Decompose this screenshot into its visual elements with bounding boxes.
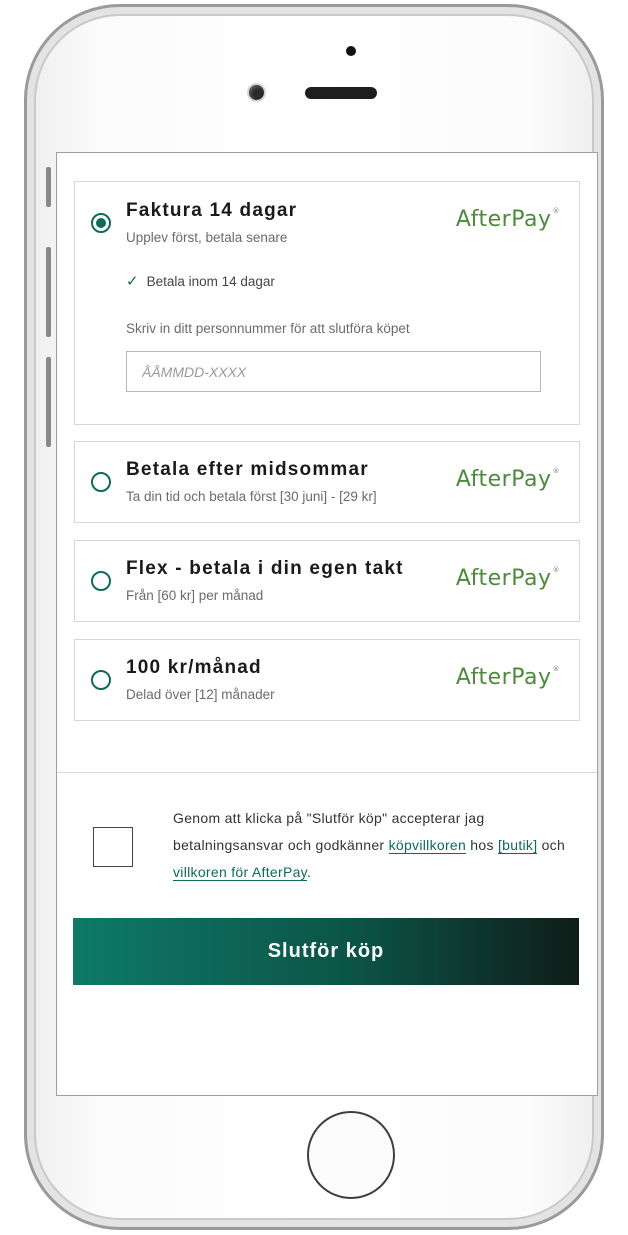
personal-number-input[interactable] bbox=[126, 351, 541, 392]
check-row: ✓ Betala inom 14 dagar bbox=[126, 272, 275, 290]
radio-selected-icon[interactable] bbox=[91, 213, 111, 233]
option-title: 100 kr/månad bbox=[126, 657, 262, 678]
earpiece-speaker bbox=[305, 87, 377, 99]
payment-option-invoice-14-days[interactable]: Faktura 14 dagar Upplev först, betala se… bbox=[74, 181, 580, 425]
afterpay-logo: AfterPay® bbox=[455, 566, 560, 591]
option-title: Faktura 14 dagar bbox=[126, 200, 298, 221]
volume-down-button bbox=[46, 357, 51, 447]
option-subtitle: Upplev först, betala senare bbox=[126, 230, 288, 245]
afterpay-logo: AfterPay® bbox=[455, 665, 560, 690]
personal-number-label: Skriv in ditt personnummer för att slutf… bbox=[126, 321, 410, 336]
afterpay-logo: AfterPay® bbox=[455, 467, 560, 492]
volume-up-button bbox=[46, 247, 51, 337]
home-button[interactable] bbox=[307, 1111, 395, 1199]
checkout-screen: Faktura 14 dagar Upplev först, betala se… bbox=[56, 152, 598, 1096]
terms-checkbox[interactable] bbox=[93, 827, 133, 867]
radio-unselected-icon[interactable] bbox=[91, 670, 111, 690]
payment-option-pay-after-midsummer[interactable]: Betala efter midsommar Ta din tid och be… bbox=[74, 441, 580, 523]
radio-unselected-icon[interactable] bbox=[91, 571, 111, 591]
terms-text-part: hos bbox=[466, 837, 498, 853]
terms-text: Genom att klicka på "Slutför köp" accept… bbox=[173, 805, 573, 886]
front-camera-icon bbox=[249, 85, 264, 100]
check-label: Betala inom 14 dagar bbox=[146, 274, 275, 289]
option-subtitle: Från [60 kr] per månad bbox=[126, 588, 264, 603]
terms-text-part: och bbox=[537, 837, 566, 853]
option-subtitle: Ta din tid och betala först [30 juni] - … bbox=[126, 489, 377, 504]
payment-option-flex[interactable]: Flex - betala i din egen takt Från [60 k… bbox=[74, 540, 580, 622]
purchase-terms-link[interactable]: köpvillkoren bbox=[388, 837, 467, 854]
section-divider bbox=[57, 772, 597, 773]
mute-switch bbox=[46, 167, 51, 207]
afterpay-terms-link[interactable]: villkoren för AfterPay bbox=[173, 864, 307, 881]
option-subtitle: Delad över [12] månader bbox=[126, 687, 275, 702]
terms-text-part: . bbox=[306, 864, 312, 880]
checkmark-icon: ✓ bbox=[126, 273, 139, 290]
option-title: Betala efter midsommar bbox=[126, 459, 369, 480]
afterpay-logo: AfterPay® bbox=[455, 207, 560, 232]
store-link[interactable]: [butik] bbox=[497, 837, 538, 854]
radio-unselected-icon[interactable] bbox=[91, 472, 111, 492]
complete-purchase-button[interactable]: Slutför köp bbox=[73, 918, 579, 985]
proximity-sensor bbox=[346, 46, 356, 56]
option-title: Flex - betala i din egen takt bbox=[126, 558, 404, 579]
payment-option-monthly[interactable]: 100 kr/månad Delad över [12] månader Aft… bbox=[74, 639, 580, 721]
